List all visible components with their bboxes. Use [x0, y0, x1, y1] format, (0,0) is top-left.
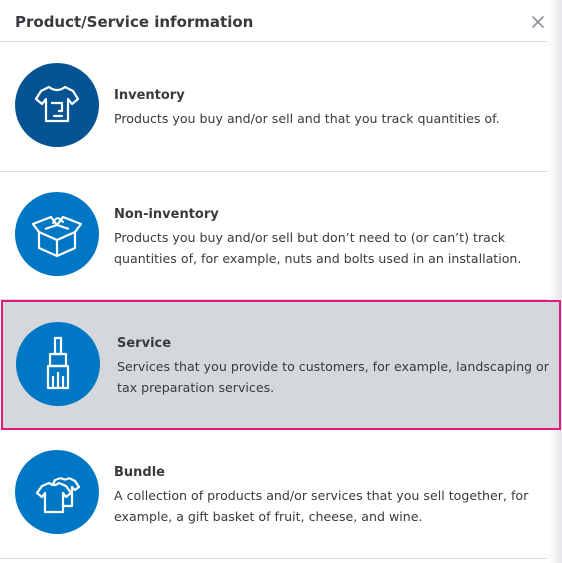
option-inventory[interactable]: Inventory Products you buy and/or sell a… [0, 43, 547, 172]
dialog-header: Product/Service information [0, 0, 547, 42]
option-title: Service [117, 336, 172, 351]
open-box-icon [15, 192, 99, 276]
paintbrush-icon [16, 322, 100, 406]
option-non-inventory[interactable]: Non-inventory Products you buy and/or se… [0, 172, 547, 300]
option-description: Products you buy and/or sell and that yo… [114, 111, 500, 126]
option-title: Bundle [114, 465, 165, 480]
dialog-title: Product/Service information [15, 13, 254, 31]
option-description: Products you buy and/or sell but don’t n… [114, 230, 522, 266]
option-description: A collection of products and/or services… [114, 488, 529, 524]
tshirt-tag-icon [15, 63, 99, 147]
option-service[interactable]: Service Services that you provide to cus… [1, 300, 561, 430]
panel-edge-shadow [548, 0, 562, 563]
option-description: Services that you provide to customers, … [117, 359, 549, 395]
close-icon[interactable] [529, 13, 547, 31]
option-bundle[interactable]: Bundle A collection of products and/or s… [0, 430, 547, 559]
option-title: Inventory [114, 88, 185, 103]
option-title: Non-inventory [114, 207, 219, 222]
bundle-shirts-icon [15, 450, 99, 534]
